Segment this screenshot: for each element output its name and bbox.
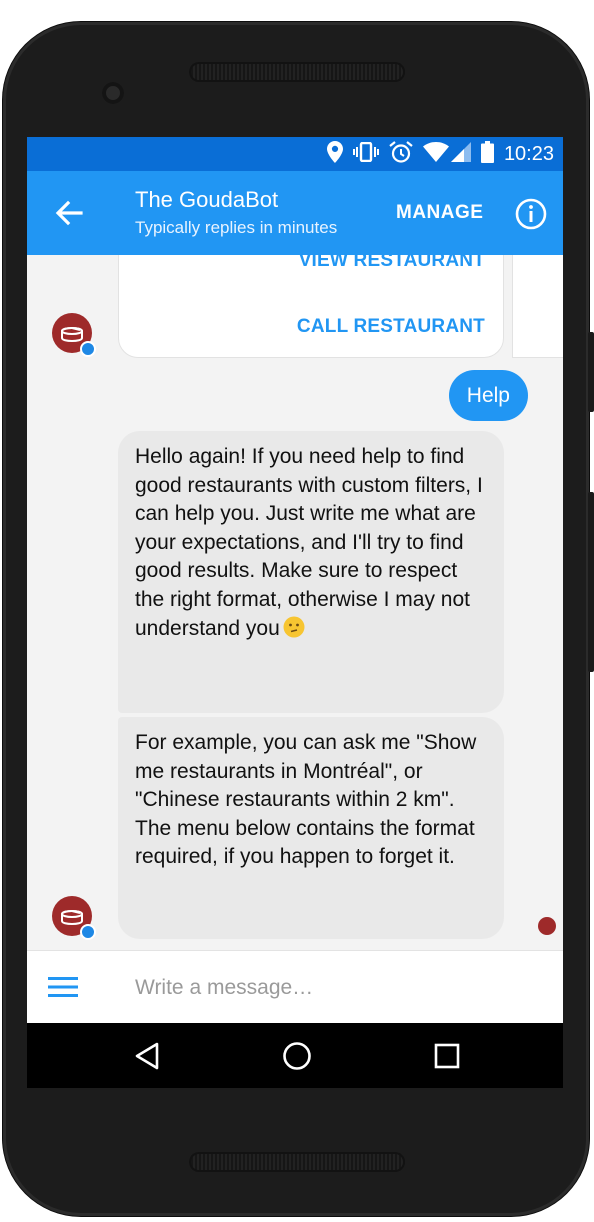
back-triangle-icon[interactable] bbox=[117, 1023, 177, 1088]
messenger-badge-icon bbox=[80, 341, 96, 357]
android-nav-bar bbox=[27, 1023, 563, 1088]
power-button bbox=[588, 492, 594, 672]
view-restaurant-button[interactable]: VIEW RESTAURANT bbox=[299, 255, 485, 272]
bot-avatar bbox=[52, 313, 96, 357]
chat-title: The GoudaBot bbox=[135, 187, 279, 212]
next-restaurant-card[interactable] bbox=[512, 255, 563, 358]
status-time: 10:23 bbox=[503, 142, 554, 165]
alarm-icon bbox=[389, 140, 413, 168]
call-restaurant-button[interactable]: CALL RESTAURANT bbox=[297, 316, 485, 338]
message-composer: Write a message… bbox=[27, 950, 563, 1023]
confused-face-icon bbox=[283, 616, 305, 647]
restaurant-card: VIEW RESTAURANT CALL RESTAURANT bbox=[118, 255, 504, 358]
home-circle-icon[interactable] bbox=[267, 1023, 327, 1088]
volume-button bbox=[588, 332, 594, 412]
bot-message-bubble: Hello again! If you need help to find go… bbox=[118, 431, 504, 713]
user-message-bubble: Help bbox=[448, 370, 528, 421]
recents-square-icon[interactable] bbox=[417, 1023, 477, 1088]
message-input[interactable]: Write a message… bbox=[135, 976, 313, 1000]
status-bar: 10:23 bbox=[27, 137, 563, 171]
bot-message-text: Hello again! If you need help to find go… bbox=[135, 445, 483, 640]
info-icon[interactable] bbox=[515, 198, 547, 230]
chat-header: The GoudaBot Typically replies in minute… bbox=[27, 171, 563, 255]
battery-icon bbox=[480, 140, 494, 168]
bottom-speaker bbox=[189, 1152, 405, 1172]
chat-subtitle: Typically replies in minutes bbox=[135, 218, 338, 237]
read-receipt-avatar bbox=[538, 917, 556, 935]
location-icon bbox=[326, 140, 343, 168]
wifi-icon bbox=[422, 141, 449, 167]
front-camera bbox=[102, 82, 124, 104]
bot-message-bubble: For example, you can ask me "Show me res… bbox=[118, 717, 504, 939]
messenger-badge-icon bbox=[80, 924, 96, 940]
vibrate-icon bbox=[352, 141, 379, 167]
bot-avatar bbox=[52, 896, 96, 940]
message-list[interactable]: VIEW RESTAURANT CALL RESTAURANT Help Hel… bbox=[27, 255, 563, 950]
manage-button[interactable]: MANAGE bbox=[396, 202, 483, 224]
back-arrow-icon[interactable] bbox=[53, 197, 85, 229]
bot-message-text: For example, you can ask me "Show me res… bbox=[135, 731, 477, 869]
signal-icon bbox=[450, 141, 471, 167]
phone-screen: 10:23 The GoudaBot Typically replies in … bbox=[27, 137, 563, 1088]
hamburger-menu-icon[interactable] bbox=[48, 975, 78, 999]
top-speaker bbox=[189, 62, 405, 82]
